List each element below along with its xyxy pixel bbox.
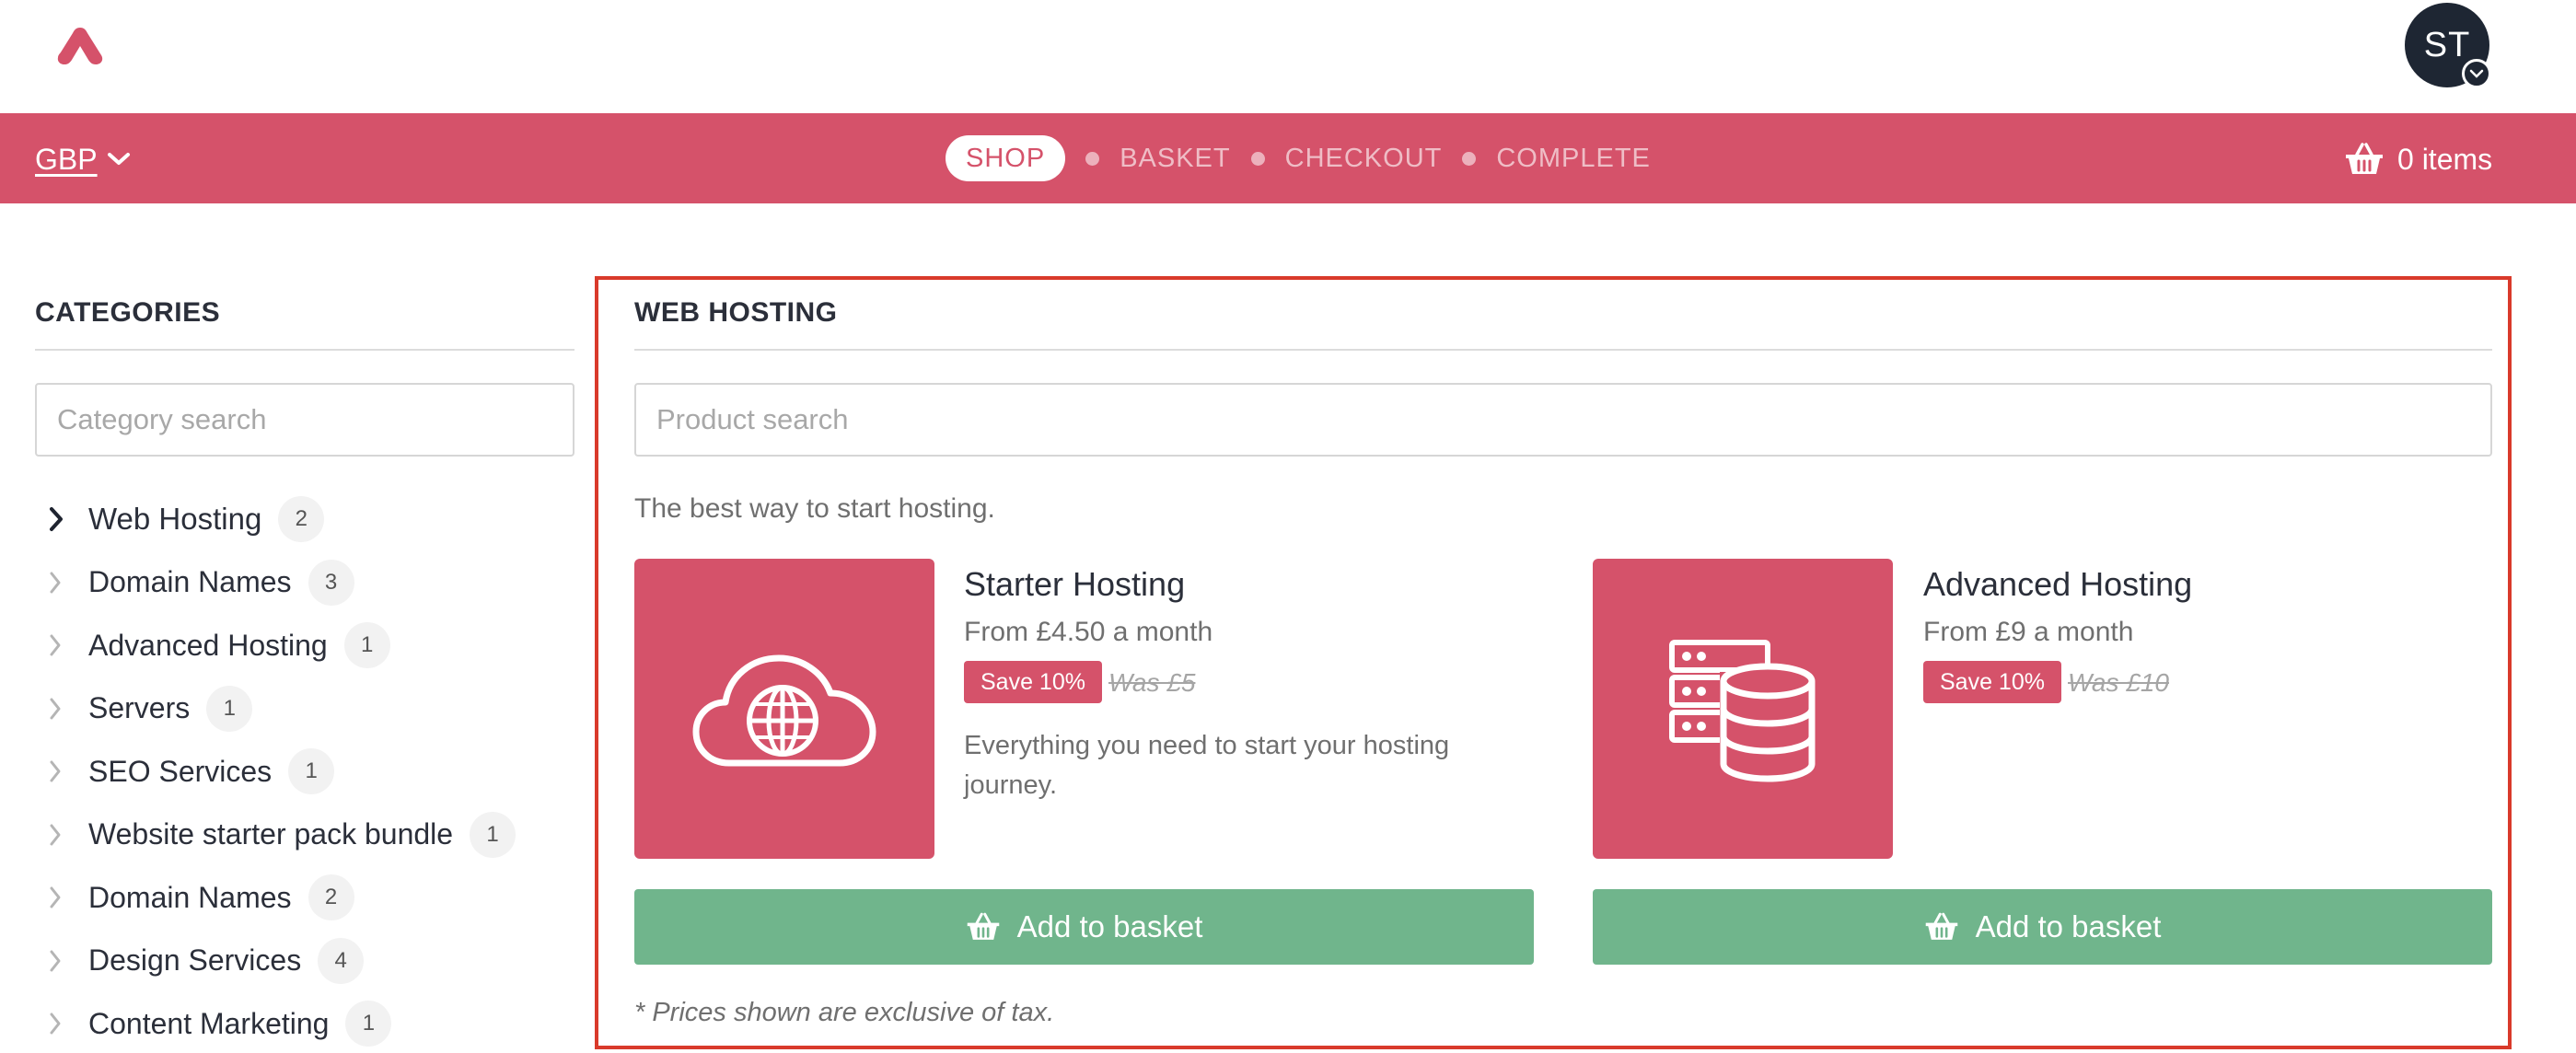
original-price: Was £10: [2068, 668, 2169, 697]
original-price: Was £5: [1108, 668, 1196, 697]
server-database-icon: [1669, 640, 1816, 782]
product-image-starter-hosting[interactable]: [634, 559, 934, 859]
category-label: Web Hosting: [88, 502, 262, 537]
basket-icon: [2346, 143, 2383, 174]
top-header: [0, 0, 2576, 113]
divider: [634, 349, 2492, 351]
chevron-right-icon: [35, 949, 88, 973]
chevron-down-icon[interactable]: [2462, 59, 2491, 88]
chevron-right-icon: [35, 571, 88, 595]
sidebar-item-seo-services[interactable]: SEO Services 1: [35, 740, 574, 804]
currency-code: GBP: [35, 142, 98, 176]
currency-selector[interactable]: GBP: [35, 138, 131, 180]
discount-badge: Save 10%: [1923, 661, 2061, 703]
category-label: Advanced Hosting: [88, 628, 328, 662]
basket-icon: [1925, 912, 1957, 940]
category-label: Domain Names: [88, 880, 292, 914]
basket-link[interactable]: 0 items: [2344, 138, 2492, 180]
add-to-basket-button[interactable]: Add to basket: [634, 889, 1534, 965]
checkout-steps: SHOP BASKET CHECKOUT COMPLETE: [946, 135, 1651, 181]
add-to-basket-button[interactable]: Add to basket: [1593, 889, 2492, 965]
product-description: Everything you need to start your hostin…: [964, 731, 1450, 800]
sidebar-item-design-services[interactable]: Design Services 4: [35, 930, 574, 993]
chevron-right-icon: [35, 697, 88, 721]
step-complete: COMPLETE: [1496, 143, 1651, 173]
category-description: The best way to start hosting.: [634, 493, 995, 524]
category-count-badge: 1: [345, 1001, 392, 1047]
category-count-badge: 1: [470, 811, 516, 858]
category-count-badge: 3: [307, 559, 354, 606]
category-count-badge: 4: [318, 937, 365, 984]
step-shop[interactable]: SHOP: [946, 135, 1066, 181]
tax-footnote: * Prices shown are exclusive of tax.: [634, 998, 1055, 1027]
category-label: Website starter pack bundle: [88, 817, 454, 851]
category-count-badge: 2: [307, 874, 354, 921]
category-label: Content Marketing: [88, 1006, 330, 1040]
chevron-right-icon: [35, 506, 88, 532]
sidebar-item-servers[interactable]: Servers 1: [35, 677, 574, 741]
chevron-right-icon: [35, 823, 88, 847]
chevron-right-icon: [35, 633, 88, 657]
sidebar-item-domain-names[interactable]: Domain Names 3: [35, 551, 574, 615]
step-checkout: CHECKOUT: [1284, 143, 1443, 173]
category-label: Servers: [88, 691, 191, 725]
chevron-right-icon: [35, 759, 88, 783]
sidebar-item-content-marketing[interactable]: Content Marketing 1: [35, 992, 574, 1053]
category-count-badge: 2: [278, 496, 325, 543]
categories-heading: CATEGORIES: [35, 297, 221, 328]
product-name[interactable]: Advanced Hosting: [1923, 565, 2192, 604]
brand-logo-icon[interactable]: [55, 26, 105, 66]
sidebar-item-domain-names-2[interactable]: Domain Names 2: [35, 866, 574, 930]
chevron-right-icon: [35, 885, 88, 909]
divider: [35, 349, 574, 351]
sidebar-item-website-starter-pack[interactable]: Website starter pack bundle 1: [35, 804, 574, 867]
sidebar-item-web-hosting[interactable]: Web Hosting 2: [35, 488, 574, 551]
product-price: From £4.50 a month: [964, 617, 1213, 647]
chevron-down-icon: [107, 153, 130, 165]
button-label: Add to basket: [1975, 909, 2162, 943]
product-name[interactable]: Starter Hosting: [964, 565, 1185, 604]
cloud-globe-icon: [692, 654, 876, 767]
category-label: Design Services: [88, 943, 302, 978]
basket-icon: [967, 912, 999, 940]
step-separator-dot: [1250, 151, 1265, 166]
basket-count: 0 items: [2397, 142, 2493, 176]
step-separator-dot: [1085, 151, 1100, 166]
category-count-badge: 1: [288, 748, 335, 795]
category-search-input[interactable]: [35, 383, 574, 457]
product-search-input[interactable]: [634, 383, 2492, 457]
avatar-initials: ST: [2423, 25, 2471, 64]
category-list: Web Hosting 2 Domain Names 3 Advanced Ho…: [35, 488, 574, 1053]
discount-badge: Save 10%: [964, 661, 1102, 703]
button-label: Add to basket: [1016, 909, 1203, 943]
sidebar-item-advanced-hosting[interactable]: Advanced Hosting 1: [35, 614, 574, 677]
chevron-right-icon: [35, 1012, 88, 1036]
product-price: From £9 a month: [1923, 617, 2134, 647]
product-image-advanced-hosting[interactable]: [1593, 559, 1893, 859]
category-count-badge: 1: [343, 622, 390, 669]
page-title: WEB HOSTING: [634, 297, 838, 328]
step-separator-dot: [1462, 151, 1477, 166]
step-basket: BASKET: [1120, 143, 1231, 173]
category-label: SEO Services: [88, 754, 273, 788]
category-count-badge: 1: [206, 685, 253, 732]
category-label: Domain Names: [88, 565, 292, 599]
